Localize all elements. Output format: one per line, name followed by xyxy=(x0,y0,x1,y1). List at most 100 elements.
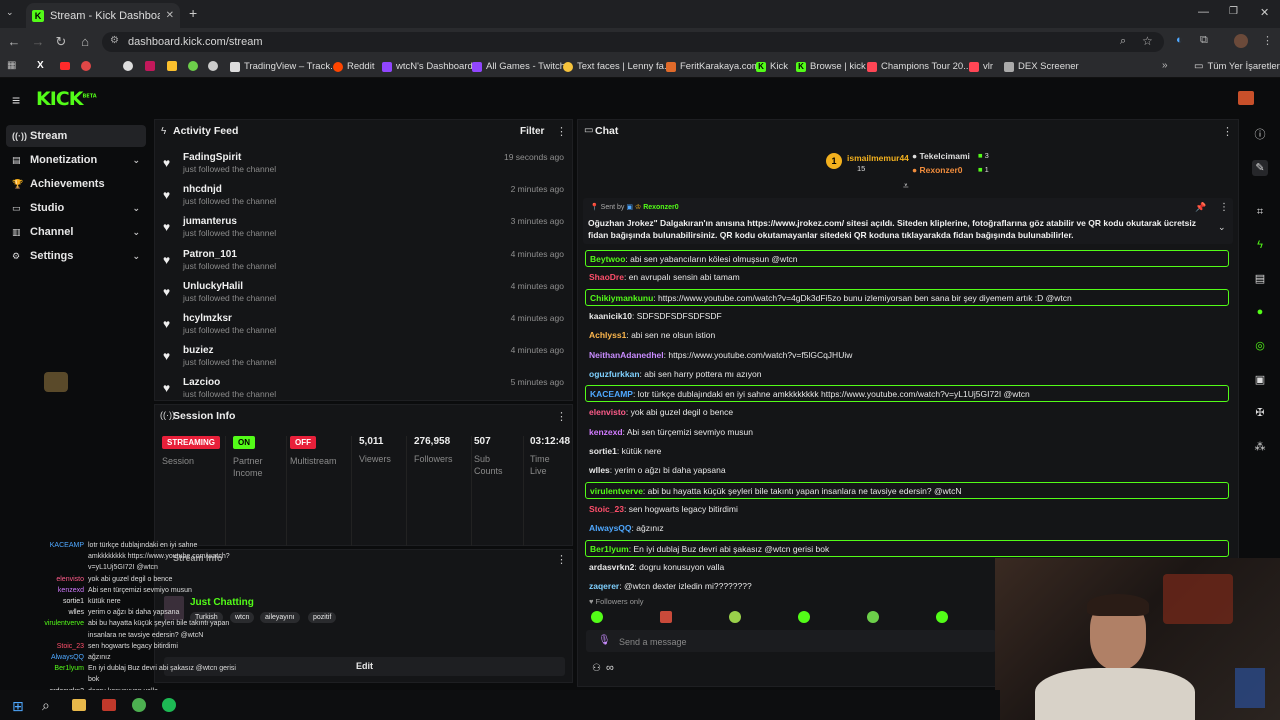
chat-username[interactable]: NeithanAdanedhel xyxy=(589,350,664,360)
bookmark-feritkarakaya[interactable]: FeritKarakaya.com xyxy=(666,61,760,72)
bookmark-vlr[interactable]: vlr xyxy=(969,61,993,72)
more-bookmarks-icon[interactable]: » xyxy=(1162,60,1168,71)
bookmark-icon-4[interactable] xyxy=(167,61,177,74)
hamburger-menu-icon[interactable]: ≡ xyxy=(12,92,20,108)
emote-icon[interactable] xyxy=(936,611,948,623)
bookmark-all-games-twitch[interactable]: All Games - Twitch xyxy=(472,61,565,72)
sidebar-item-settings[interactable]: ⚙ Settings ⌄ xyxy=(6,245,146,267)
category-label[interactable]: Just Chatting xyxy=(190,597,254,608)
apps-icon[interactable]: ⁂ xyxy=(1252,439,1268,455)
sidebar-item-studio[interactable]: ▭ Studio ⌄ xyxy=(6,197,146,219)
bookmark-wtcn-dashboard[interactable]: wtcN's Dashboard xyxy=(382,61,473,72)
session-menu-icon[interactable]: ⋮ xyxy=(556,410,567,423)
site-info-icon[interactable]: ⚙ xyxy=(110,35,119,46)
kick-logo[interactable]: KICKBETA xyxy=(36,88,97,110)
bookmark-kick[interactable]: K Kick xyxy=(756,61,788,72)
leaderboard-user[interactable]: ● Tekelcimami xyxy=(912,151,970,161)
chat-username[interactable]: zaqerer xyxy=(589,581,619,591)
leaderboard-user[interactable]: ● Rexonzer0 xyxy=(912,165,963,175)
emote-icon[interactable] xyxy=(798,611,810,623)
chat-username[interactable]: Chikiymankunu xyxy=(590,293,653,303)
chat-bubble-icon[interactable]: ● xyxy=(1252,304,1268,320)
browser-tab-active[interactable]: K Stream - Kick Dashboard ✕ xyxy=(26,3,180,28)
youtube-bookmark-icon[interactable] xyxy=(60,62,70,70)
user-avatar[interactable] xyxy=(1238,91,1254,105)
bookmark-champions-tour[interactable]: Champions Tour 20... xyxy=(867,61,971,72)
extensions-puzzle-icon[interactable]: ⧉ xyxy=(1200,34,1208,47)
edit-icon[interactable]: ✎ xyxy=(1252,160,1268,176)
bookmark-icon-2[interactable] xyxy=(123,61,133,74)
bookmark-icon-3[interactable] xyxy=(145,61,155,74)
reload-icon[interactable]: ↻ xyxy=(53,34,69,50)
x-bookmark-icon[interactable]: X xyxy=(37,60,44,71)
infinity-icon[interactable]: ∞ xyxy=(606,662,614,674)
bookmark-tradingview[interactable]: TradingView – Track... xyxy=(230,61,338,72)
info-icon[interactable]: ⓘ xyxy=(1252,127,1268,143)
back-icon[interactable]: ← xyxy=(6,34,22,50)
bookmark-icon-5[interactable] xyxy=(188,61,198,74)
chat-username[interactable]: Achlyss1 xyxy=(589,330,626,340)
file-explorer-icon[interactable] xyxy=(72,699,86,711)
maximize-icon[interactable]: ❐ xyxy=(1229,6,1238,17)
chat-username[interactable]: kaanicik10 xyxy=(589,311,632,321)
chat-username[interactable]: AlwaysQQ xyxy=(589,523,632,533)
emote-icon[interactable] xyxy=(867,611,879,623)
chat-username[interactable]: Stoic_23 xyxy=(589,504,624,514)
zoom-icon[interactable]: ⌕ xyxy=(1120,35,1126,48)
home-icon[interactable]: ⌂ xyxy=(77,34,93,50)
chevron-down-icon[interactable]: ⌄ xyxy=(1218,222,1226,233)
chat-menu-icon[interactable]: ⋮ xyxy=(1222,125,1233,138)
stream-info-menu-icon[interactable]: ⋮ xyxy=(556,553,567,566)
browser-menu-icon[interactable]: ⋮ xyxy=(1262,34,1273,47)
chat-username[interactable]: Ber1lyum xyxy=(590,544,629,554)
bookmark-dex-screener[interactable]: DEX Screener xyxy=(1004,61,1079,72)
chat-username[interactable]: elenvisto xyxy=(589,407,626,417)
window-close-icon[interactable]: ✕ xyxy=(1260,6,1269,19)
bookmark-icon-6[interactable] xyxy=(208,61,218,74)
taskbar-app-icon[interactable] xyxy=(102,699,116,711)
bookmark-browse-kick[interactable]: K Browse | kick xyxy=(796,61,866,72)
chat-username[interactable]: ardasvrkn2 xyxy=(589,562,634,572)
chat-username[interactable]: wlles xyxy=(589,465,610,475)
emote-icon[interactable] xyxy=(660,611,672,623)
forward-icon[interactable]: → xyxy=(30,34,46,50)
note-icon[interactable]: ▤ xyxy=(1252,271,1268,287)
leaderboard-top-user[interactable]: ismailmemur44 xyxy=(847,153,909,163)
crop-icon[interactable]: ⌗ xyxy=(1252,204,1268,220)
pinned-menu-icon[interactable]: ⋮ xyxy=(1219,202,1229,213)
all-bookmarks-folder[interactable]: ▭ Tüm Yer İşaretleri xyxy=(1194,61,1280,72)
bookmark-text-faces[interactable]: Text faces | Lenny fa... xyxy=(563,61,672,72)
filter-button[interactable]: Filter xyxy=(520,126,544,137)
minimize-icon[interactable]: — xyxy=(1198,6,1209,18)
bookmark-star-icon[interactable]: ☆ xyxy=(1142,34,1153,48)
inbox-icon[interactable]: ▣ xyxy=(1252,372,1268,388)
bookmark-icon-1[interactable] xyxy=(81,61,91,74)
sidebar-item-monetization[interactable]: ▤ Monetization ⌄ xyxy=(6,149,146,171)
broadcast-icon[interactable]: ◎ xyxy=(1252,338,1268,354)
chat-username[interactable]: ShaoDre xyxy=(589,272,624,282)
chat-username[interactable]: sortie1 xyxy=(589,446,617,456)
windows-start-icon[interactable]: ⊞ xyxy=(12,698,24,715)
chat-username[interactable]: KACEAMP xyxy=(590,389,633,399)
chat-username[interactable]: oguzfurkkan xyxy=(589,369,640,379)
wrench-icon[interactable]: ✠ xyxy=(1252,405,1268,421)
sidebar-item-achievements[interactable]: 🏆 Achievements xyxy=(6,173,146,195)
sidebar-item-channel[interactable]: ▥ Channel ⌄ xyxy=(6,221,146,243)
chat-username[interactable]: Beytwoo xyxy=(590,254,625,264)
chrome-icon[interactable] xyxy=(132,698,146,712)
pin-icon[interactable]: 📌 xyxy=(1195,202,1206,213)
emote-icon[interactable] xyxy=(729,611,741,623)
chat-settings-icon[interactable]: ⚇ xyxy=(592,663,601,674)
emote-icon[interactable] xyxy=(591,611,603,623)
bolt-icon[interactable]: ϟ xyxy=(1252,237,1268,253)
bookmark-reddit[interactable]: Reddit xyxy=(333,61,374,72)
expand-leaderboard-icon[interactable]: ⩡ xyxy=(903,181,909,192)
close-tab-icon[interactable]: ✕ xyxy=(166,10,174,21)
sidebar-item-stream[interactable]: ((·)) Stream xyxy=(6,125,146,147)
tab-search-icon[interactable]: ⌄ xyxy=(6,7,14,18)
activity-menu-icon[interactable]: ⋮ xyxy=(556,125,567,138)
apps-grid-icon[interactable]: ▦ xyxy=(7,60,16,71)
profile-avatar[interactable] xyxy=(1234,34,1248,48)
chat-username[interactable]: virulentverve xyxy=(590,486,643,496)
new-tab-icon[interactable]: + xyxy=(189,5,197,21)
